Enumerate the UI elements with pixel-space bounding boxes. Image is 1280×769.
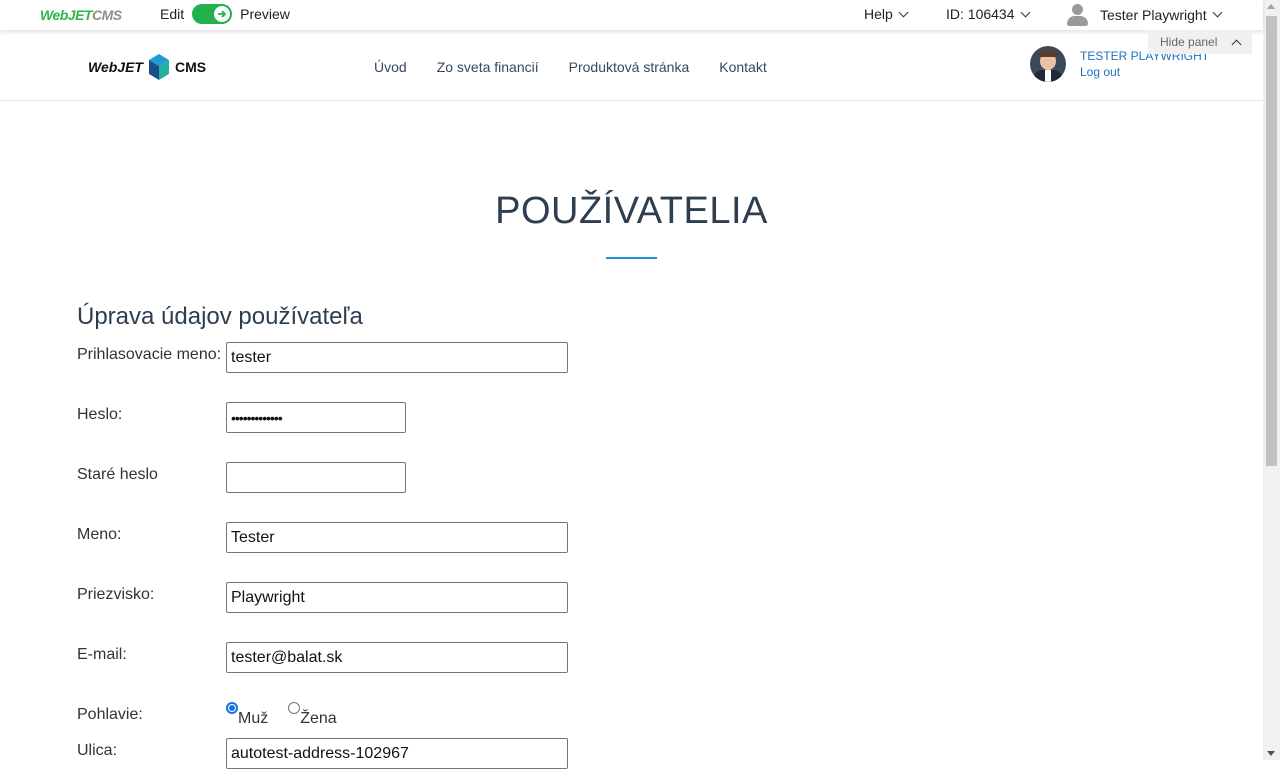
scroll-up-icon[interactable] (1267, 4, 1275, 9)
login-input[interactable]: tester (226, 342, 568, 373)
site-logo-right-text: CMS (174, 59, 207, 75)
help-menu[interactable]: Help (864, 6, 909, 22)
form-heading: Úprava údajov používateľa (77, 303, 363, 330)
page-id-menu[interactable]: ID: 106434 (946, 6, 1030, 22)
webjet-admin-logo[interactable]: WebJETCMS (40, 7, 122, 23)
avatar[interactable] (1030, 46, 1066, 82)
preview-label[interactable]: Preview (240, 6, 290, 22)
logo-cms-text: CMS (91, 7, 122, 23)
street-label: Ulica: (77, 742, 118, 759)
gender-radio-zena[interactable] (288, 702, 301, 714)
scrollbar-thumb[interactable] (1266, 16, 1277, 466)
gender-label-muz[interactable]: Muž (238, 710, 268, 728)
gender-label: Pohlavie: (77, 706, 143, 723)
site-logo-left-text: WebJET (88, 59, 143, 75)
hide-panel-label: Hide panel (1160, 35, 1218, 49)
password-input[interactable]: ••••••••••••• (226, 402, 406, 433)
nav-item-zo-sveta-financii[interactable]: Zo sveta financií (437, 59, 539, 75)
admin-toolbar: WebJETCMS Edit Preview Help ID: 106434 T… (0, 0, 1263, 30)
edit-label[interactable]: Edit (160, 6, 184, 22)
street-input[interactable]: autotest-address-102967 (226, 738, 568, 769)
title-divider (606, 257, 657, 259)
cube-logo-icon (148, 54, 169, 80)
last-name-input[interactable]: Playwright (226, 582, 568, 613)
site-logo[interactable]: WebJET CMS (88, 54, 206, 80)
chevron-down-icon (1020, 7, 1030, 17)
user-icon (1066, 3, 1088, 26)
page-scrollbar[interactable] (1263, 0, 1280, 760)
scroll-down-icon[interactable] (1267, 751, 1275, 756)
nav-item-produktova-stranka[interactable]: Produktová stránka (569, 59, 690, 75)
email-input[interactable]: tester@balat.sk (226, 642, 568, 673)
logout-link[interactable]: Log out (1080, 64, 1209, 80)
site-header: WebJET CMS Úvod Zo sveta financií Produk… (0, 30, 1263, 101)
main-navigation: Úvod Zo sveta financií Produktová stránk… (374, 59, 797, 75)
old-password-label: Staré heslo (77, 466, 158, 483)
old-password-input[interactable] (226, 462, 406, 493)
user-menu[interactable]: Tester Playwright (1066, 3, 1223, 26)
gender-radio-group: Muž Žena (226, 700, 357, 728)
arrow-right-icon (214, 6, 231, 22)
logo-web-text: WebJET (40, 7, 92, 23)
page-id-label: ID: 106434 (946, 6, 1015, 22)
page-title: POUŽÍVATELIA (495, 190, 768, 232)
password-label: Heslo: (77, 406, 123, 423)
chevron-up-icon (1231, 39, 1242, 49)
hide-panel-button[interactable]: Hide panel (1148, 30, 1252, 54)
help-label: Help (864, 6, 893, 22)
first-name-input[interactable]: Tester (226, 522, 568, 553)
login-label: Prihlasovacie meno: (77, 346, 222, 363)
edit-mode-switch[interactable] (192, 4, 233, 24)
nav-item-uvod[interactable]: Úvod (374, 59, 407, 75)
user-name: Tester Playwright (1100, 6, 1207, 23)
gender-radio-muz[interactable] (226, 702, 238, 714)
gender-label-zena[interactable]: Žena (300, 710, 336, 728)
chevron-down-icon (1212, 7, 1223, 17)
first-name-label: Meno: (77, 526, 122, 543)
nav-item-kontakt[interactable]: Kontakt (719, 59, 766, 75)
email-label: E-mail: (77, 646, 127, 663)
last-name-label: Priezvisko: (77, 586, 155, 603)
chevron-down-icon (898, 7, 909, 17)
edit-preview-toggle: Edit Preview (160, 4, 290, 24)
